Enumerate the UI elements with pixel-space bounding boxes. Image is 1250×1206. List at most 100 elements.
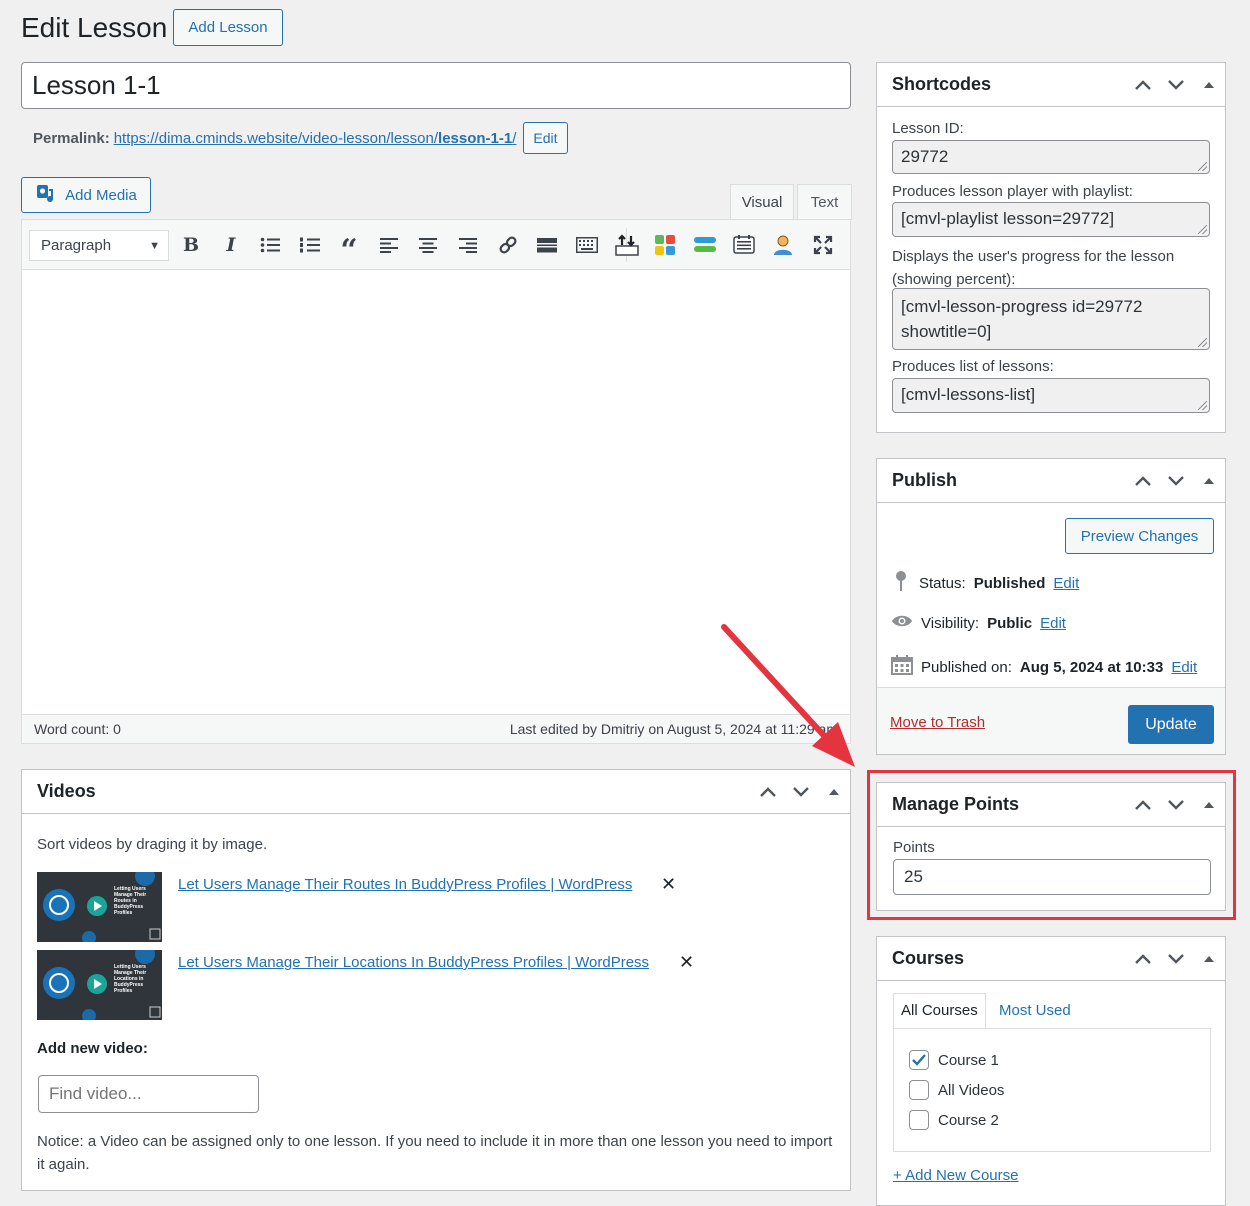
courses-box: Courses All Courses Most Used Course 1 A… (876, 936, 1226, 1206)
italic-icon[interactable]: I (219, 233, 243, 257)
visibility-row: Visibility: Public Edit (891, 613, 1066, 633)
move-down-icon[interactable] (1159, 459, 1192, 502)
resize-grip-icon[interactable] (1198, 401, 1207, 410)
add-media-button[interactable]: Add Media (21, 177, 151, 213)
lessons-list-field[interactable]: [cmvl-lessons-list] (892, 378, 1210, 413)
courses-checklist: Course 1 All Videos Course 2 (893, 1028, 1211, 1152)
move-down-icon[interactable] (1159, 783, 1192, 826)
video-thumbnail[interactable]: Letting Users Manage Their Routes in Bud… (37, 872, 162, 942)
lesson-id-value: 29772 (901, 147, 949, 166)
edit-status-link[interactable]: Edit (1053, 575, 1079, 592)
permalink-base: https://dima.cminds.website/video-lesson… (113, 129, 439, 147)
calendar-icon (891, 655, 913, 679)
lesson-id-field[interactable]: 29772 (892, 140, 1210, 174)
upload-download-icon[interactable] (615, 233, 639, 257)
move-down-icon[interactable] (1159, 937, 1192, 980)
remove-video-icon[interactable]: ✕ (661, 874, 676, 895)
media-icon (35, 182, 57, 208)
move-up-icon[interactable] (1126, 459, 1159, 502)
read-more-icon[interactable] (535, 233, 559, 257)
move-up-icon[interactable] (1126, 937, 1159, 980)
tab-all-courses[interactable]: All Courses (893, 993, 986, 1028)
tab-most-used[interactable]: Most Used (992, 993, 1078, 1028)
editor: Paragraph ▼ B I “ Word count: 0 Last edi… (21, 219, 851, 744)
visibility-label: Visibility: (921, 614, 980, 632)
link-icon[interactable] (496, 233, 520, 257)
videos-notice: Notice: a Video can be assigned only to … (37, 1133, 833, 1173)
bold-icon[interactable]: B (179, 233, 203, 257)
playlist-shortcode-value: [cmvl-playlist lesson=29772] (901, 209, 1115, 228)
preview-changes-button[interactable]: Preview Changes (1065, 518, 1214, 554)
toggle-panel-icon[interactable] (817, 770, 850, 813)
publish-actions: Move to Trash Update (877, 687, 1225, 754)
move-to-trash-link[interactable]: Move to Trash (890, 714, 985, 731)
manage-points-box: Manage Points Points 25 (876, 782, 1226, 911)
toggle-panel-icon[interactable] (1192, 459, 1225, 502)
align-right-icon[interactable] (456, 233, 480, 257)
permalink-link[interactable]: https://dima.cminds.website/video-lesson… (114, 130, 517, 147)
edit-visibility-link[interactable]: Edit (1040, 615, 1066, 632)
move-up-icon[interactable] (1126, 63, 1159, 106)
video-thumbnail[interactable]: Letting Users Manage Their Locations in … (37, 950, 162, 1020)
toggle-panel-icon[interactable] (1192, 783, 1225, 826)
permalink-edit-button[interactable]: Edit (523, 122, 568, 154)
visibility-value: Public (987, 614, 1033, 632)
status-row: Status: Published Edit (891, 570, 1079, 596)
permalink-slug: lesson-1-1 (438, 129, 513, 147)
layers-icon[interactable] (693, 233, 717, 257)
user-content-icon[interactable] (771, 233, 795, 257)
remove-video-icon[interactable]: ✕ (679, 952, 694, 973)
checkbox-unchecked[interactable] (909, 1110, 929, 1130)
playlist-shortcode-field[interactable]: [cmvl-playlist lesson=29772] (892, 202, 1210, 237)
course-item[interactable]: Course 1 (909, 1050, 999, 1070)
resize-grip-icon[interactable] (1198, 225, 1207, 234)
format-select[interactable]: Paragraph ▼ (29, 230, 169, 261)
widgets-icon[interactable] (653, 233, 677, 257)
publish-header: Publish (877, 459, 1225, 503)
published-on-row: Published on: Aug 5, 2024 at 10:33 Edit (891, 655, 1197, 679)
course-item[interactable]: Course 2 (909, 1110, 999, 1130)
permalink-tail: / (512, 129, 517, 147)
lesson-id-label: Lesson ID: (892, 120, 964, 137)
editor-toolbar: Paragraph ▼ B I “ (22, 220, 850, 270)
toggle-panel-icon[interactable] (1192, 937, 1225, 980)
resize-grip-icon[interactable] (1198, 338, 1207, 347)
video-link[interactable]: Let Users Manage Their Locations In Budd… (178, 954, 649, 971)
update-button[interactable]: Update (1128, 705, 1214, 744)
course-item[interactable]: All Videos (909, 1080, 1004, 1100)
publish-box: Publish Preview Changes Status: Publishe… (876, 458, 1226, 755)
move-up-icon[interactable] (751, 770, 784, 813)
toggle-panel-icon[interactable] (1192, 63, 1225, 106)
find-video-input[interactable] (38, 1075, 259, 1113)
numbered-list-icon[interactable] (298, 233, 322, 257)
move-up-icon[interactable] (1126, 783, 1159, 826)
fullscreen-icon[interactable] (811, 233, 835, 257)
pin-icon (891, 570, 911, 596)
videos-hint: Sort videos by draging it by image. (37, 836, 268, 853)
shortcodes-title: Shortcodes (892, 74, 992, 94)
move-down-icon[interactable] (1159, 63, 1192, 106)
add-video-label: Add new video: (37, 1040, 148, 1057)
manage-points-header: Manage Points (877, 783, 1225, 827)
add-lesson-button[interactable]: Add Lesson (173, 9, 283, 46)
notes-icon[interactable] (732, 233, 756, 257)
move-down-icon[interactable] (784, 770, 817, 813)
edit-date-link[interactable]: Edit (1171, 659, 1197, 676)
align-left-icon[interactable] (377, 233, 401, 257)
checkbox-unchecked[interactable] (909, 1080, 929, 1100)
align-center-icon[interactable] (416, 233, 440, 257)
blockquote-icon[interactable]: “ (337, 233, 361, 268)
resize-grip-icon[interactable] (1198, 162, 1207, 171)
lesson-title-input[interactable]: Lesson 1-1 (21, 62, 851, 109)
toolbar-toggle-icon[interactable] (575, 233, 599, 257)
permalink-label: Permalink: (33, 129, 110, 147)
videos-header: Videos (22, 770, 850, 814)
add-new-course-link[interactable]: + Add New Course (893, 1167, 1019, 1184)
tab-visual[interactable]: Visual (730, 184, 794, 220)
checkbox-checked[interactable] (909, 1050, 929, 1070)
tab-text[interactable]: Text (797, 184, 852, 220)
bullet-list-icon[interactable] (258, 233, 282, 257)
points-input[interactable]: 25 (893, 859, 1211, 895)
video-link[interactable]: Let Users Manage Their Routes In BuddyPr… (178, 876, 632, 893)
progress-shortcode-field[interactable]: [cmvl-lesson-progress id=29772 showtitle… (892, 288, 1210, 350)
